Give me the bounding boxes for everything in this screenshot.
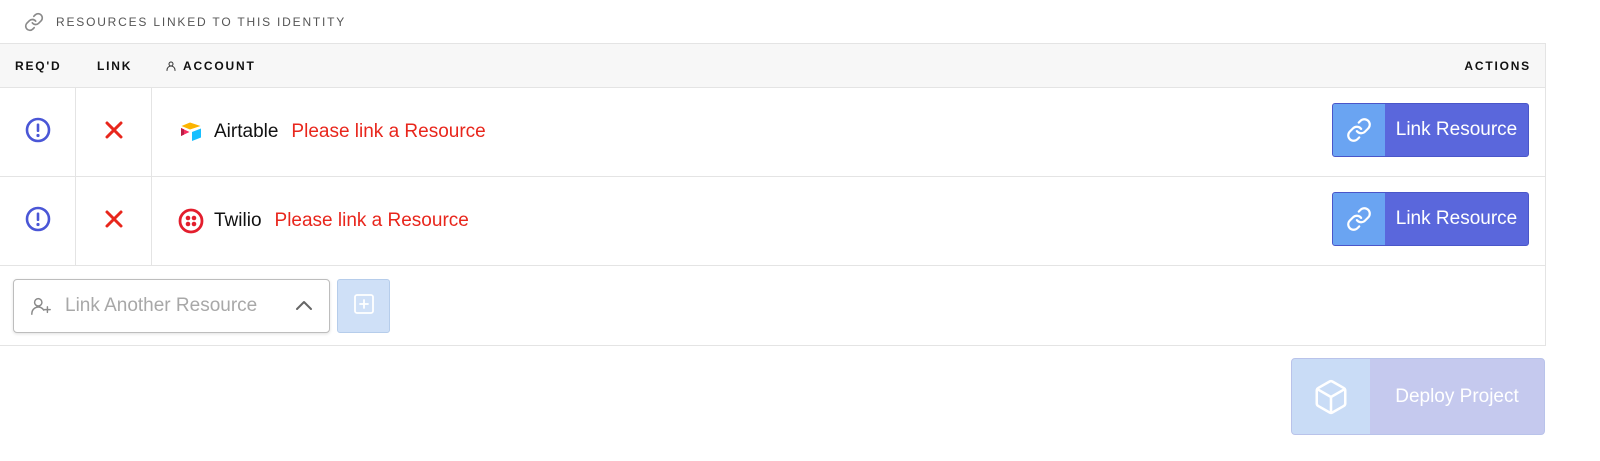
link-another-resource-select[interactable]: Link Another Resource	[13, 279, 330, 333]
link-icon	[1333, 104, 1385, 156]
section-header: RESOURCES LINKED TO THIS IDENTITY	[0, 0, 1600, 44]
link-resource-label: Link Resource	[1395, 208, 1518, 229]
link-icon	[1333, 193, 1385, 245]
column-header-account: ACCOUNT	[165, 44, 256, 88]
account-name: Airtable	[214, 121, 279, 142]
link-status-cell	[76, 177, 152, 265]
column-header-reqd: REQ'D	[15, 59, 62, 73]
chevron-up-icon	[294, 296, 314, 316]
select-placeholder: Link Another Resource	[65, 295, 258, 316]
link-resource-button[interactable]: Link Resource	[1332, 192, 1529, 246]
alert-circle-icon	[25, 206, 51, 237]
table-header: REQ'D LINK ACCOUNT ACTIONS	[0, 44, 1545, 88]
link-another-row: Link Another Resource	[0, 266, 1545, 347]
account-name: Twilio	[214, 210, 262, 231]
column-header-account-label: ACCOUNT	[183, 59, 256, 73]
plus-square-icon	[352, 292, 376, 321]
resources-table: REQ'D LINK ACCOUNT ACTIONS Airtable Plea…	[0, 43, 1546, 346]
column-header-link: LINK	[97, 59, 133, 73]
link-icon	[24, 12, 44, 32]
box-icon	[1292, 359, 1370, 434]
x-icon	[104, 209, 124, 234]
required-cell	[0, 88, 76, 176]
link-warning-text: Please link a Resource	[274, 210, 469, 231]
link-resource-label: Link Resource	[1395, 119, 1518, 140]
required-cell	[0, 177, 76, 265]
deploy-project-label: Deploy Project	[1395, 385, 1519, 407]
deploy-project-button[interactable]: Deploy Project	[1291, 358, 1545, 435]
alert-circle-icon	[25, 117, 51, 148]
column-header-actions: ACTIONS	[1464, 59, 1531, 73]
add-resource-button[interactable]	[337, 279, 390, 333]
section-title: RESOURCES LINKED TO THIS IDENTITY	[56, 15, 347, 29]
link-resource-button[interactable]: Link Resource	[1332, 103, 1529, 157]
account-cell: Twilio Please link a Resource	[152, 177, 469, 265]
link-warning-text: Please link a Resource	[291, 121, 486, 142]
user-icon	[165, 60, 177, 72]
table-row: Twilio Please link a Resource Link Resou…	[0, 177, 1545, 266]
table-row: Airtable Please link a Resource Link Res…	[0, 88, 1545, 177]
x-icon	[104, 120, 124, 145]
user-plus-icon	[30, 295, 52, 317]
airtable-logo-icon	[178, 119, 204, 145]
account-cell: Airtable Please link a Resource	[152, 88, 486, 176]
twilio-logo-icon	[178, 208, 204, 234]
link-status-cell	[76, 88, 152, 176]
